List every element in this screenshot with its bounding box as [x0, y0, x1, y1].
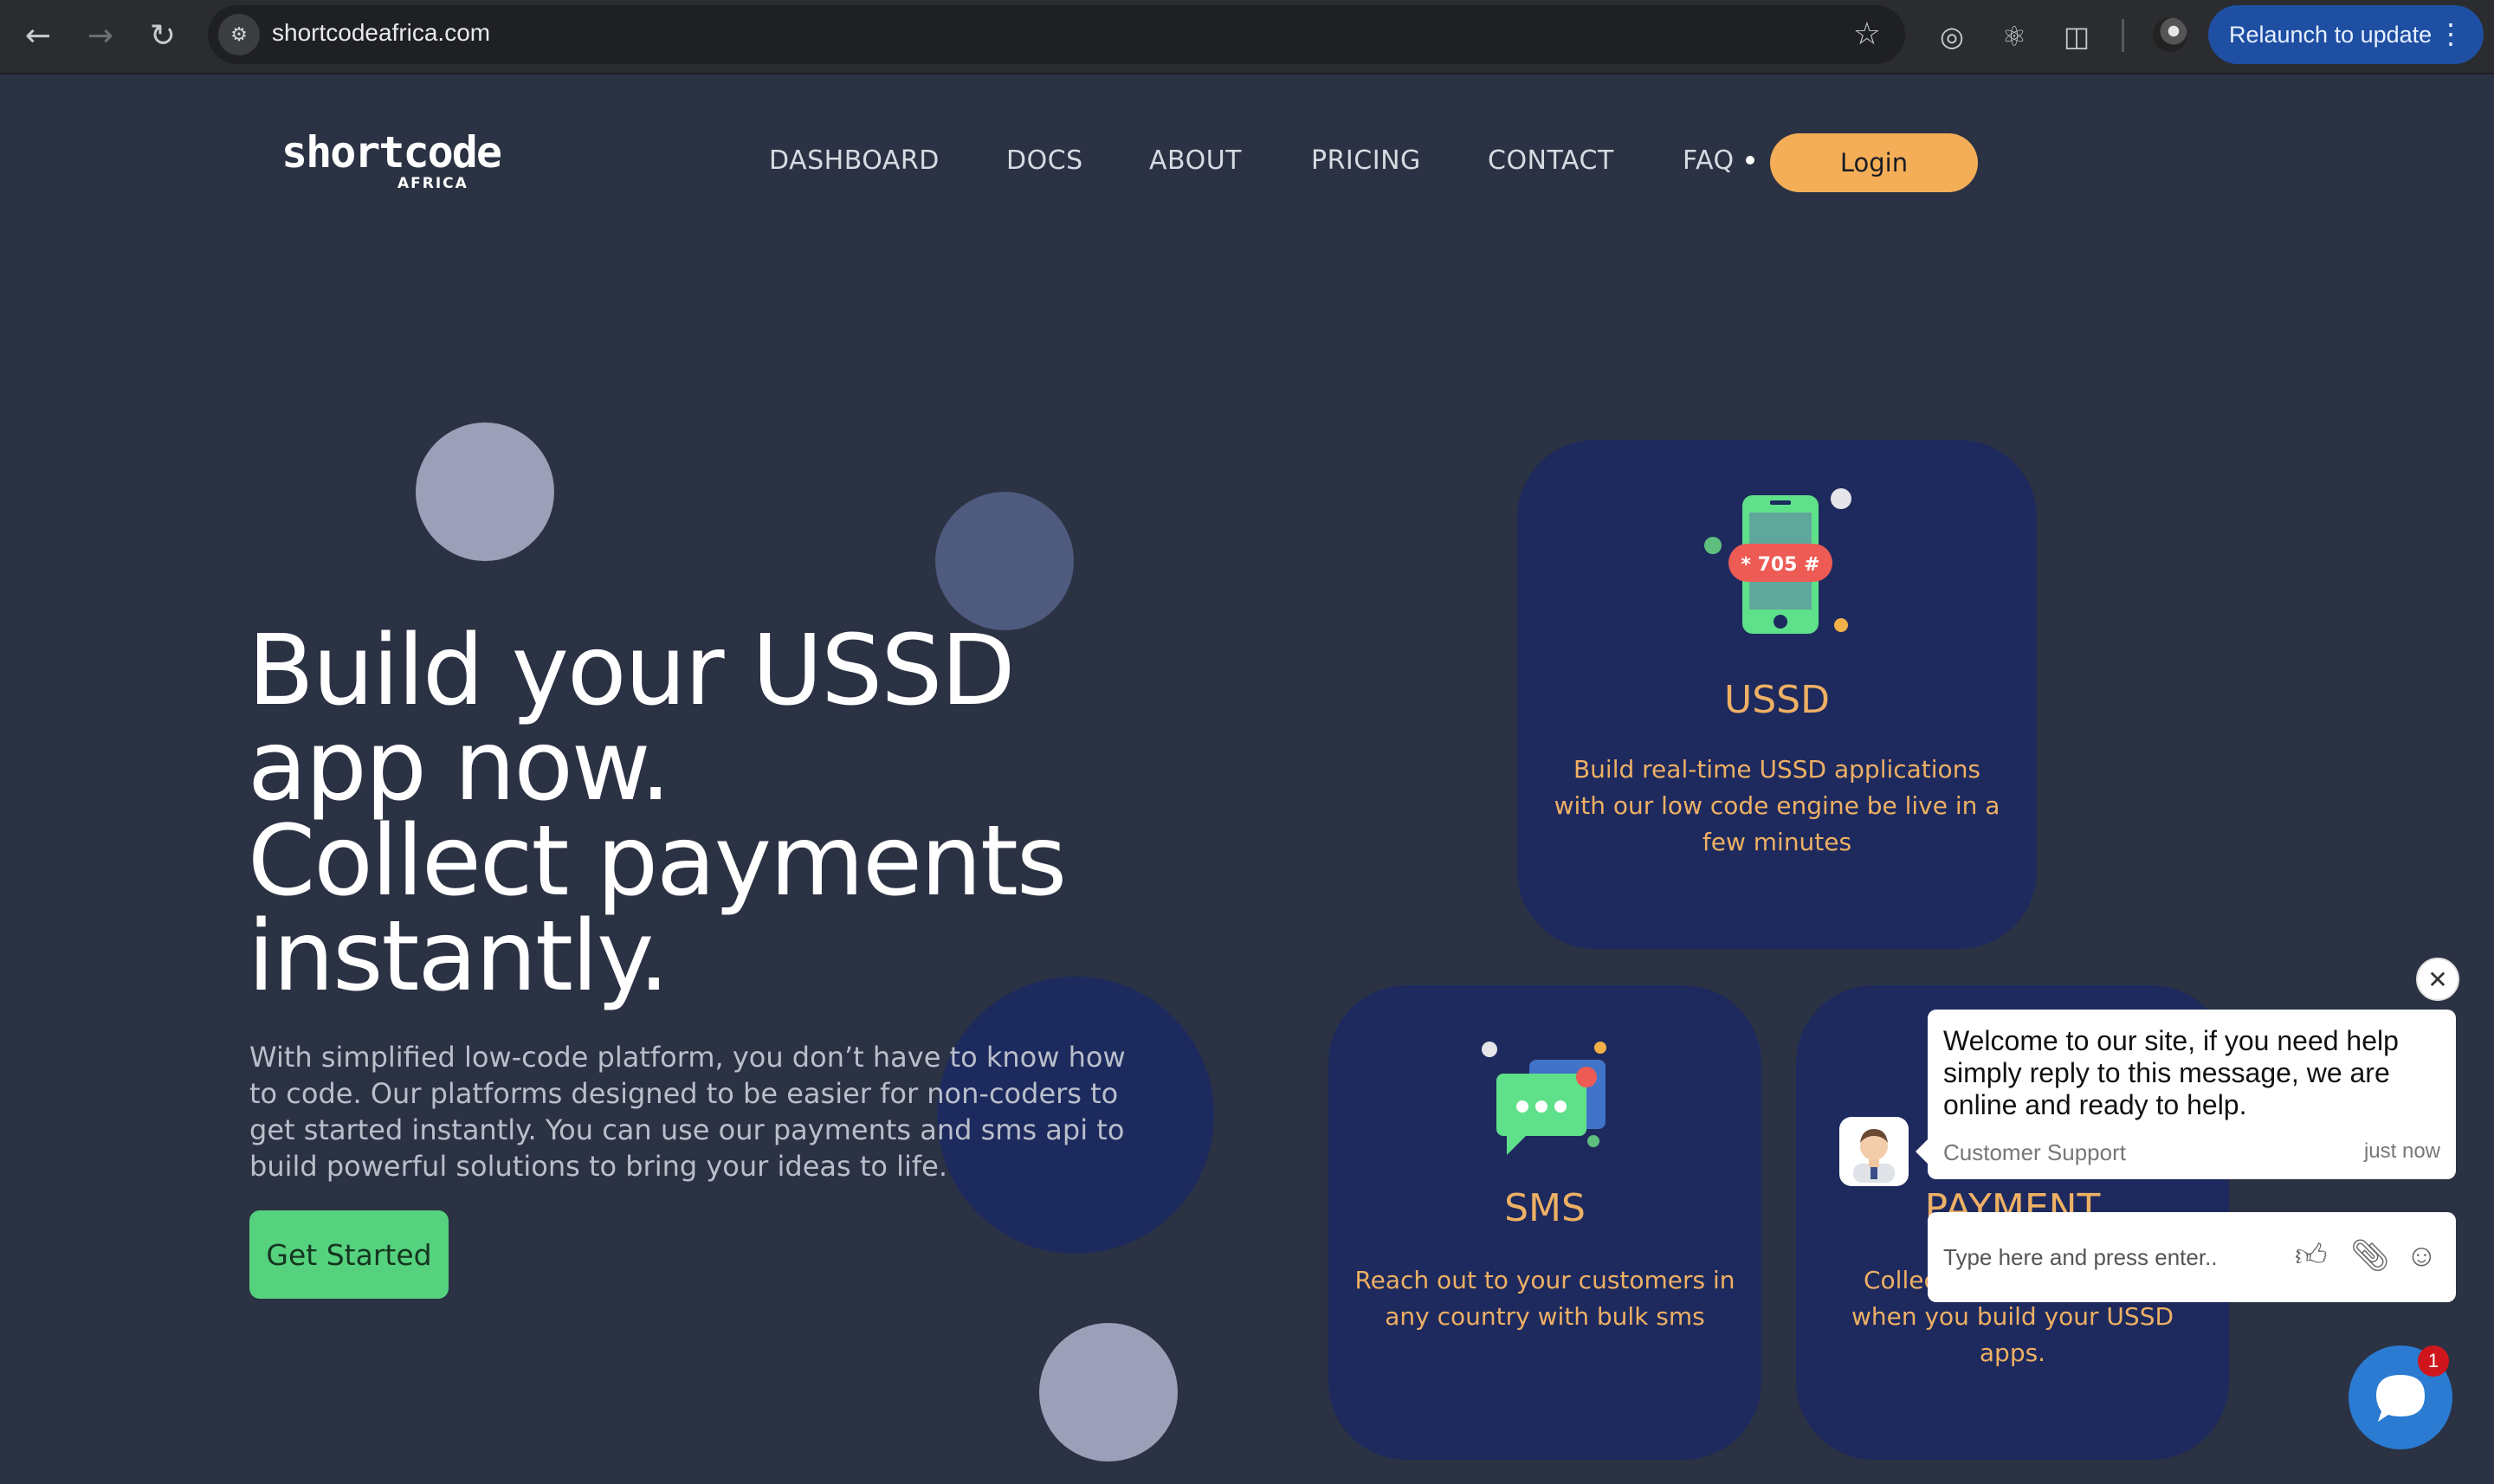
chat-sms-icon — [1482, 1042, 1606, 1155]
thumbs-up-icon[interactable]: 👍︎ — [2295, 1238, 2328, 1273]
url-text[interactable]: shortcodeafrica.com — [272, 19, 490, 47]
extensions-icon[interactable]: ◫ — [2058, 17, 2096, 55]
decor-circle — [935, 492, 1074, 630]
card-title: USSD — [1724, 678, 1830, 722]
browser-toolbar: ← → ↻ ⚙ shortcodeafrica.com ☆ ◎ ⚛ ◫ Rela… — [0, 0, 2494, 74]
toolbar-divider — [2122, 19, 2124, 52]
hero-title: Build your USSD app now. Collect payment… — [248, 615, 1114, 1013]
emoji-icon[interactable]: ☺ — [2406, 1238, 2438, 1273]
site-logo[interactable]: shortcode AFRICA — [281, 127, 502, 192]
card-description: Build real-time USSD applications with o… — [1554, 755, 2000, 856]
nav-faq[interactable]: FAQ — [1683, 145, 1735, 176]
chat-message-bubble: Welcome to our site, if you need help si… — [1916, 1010, 2456, 1179]
nav-pricing[interactable]: PRICING — [1311, 145, 1421, 176]
chat-message-text: Welcome to our site, if you need help si… — [1943, 1025, 2399, 1120]
chat-unread-badge: 1 — [2418, 1345, 2449, 1377]
site-info-icon[interactable]: ⚙ — [218, 14, 260, 55]
nav-docs[interactable]: DOCS — [1006, 145, 1083, 176]
agent-avatar — [1839, 1117, 1909, 1186]
agent-avatar-icon — [1853, 1129, 1895, 1183]
relaunch-label: Relaunch to update — [2229, 21, 2433, 48]
star-icon[interactable]: ☆ — [1853, 16, 1881, 54]
card-description: Reach out to your customers in any count… — [1354, 1266, 1735, 1331]
feature-card-ussd: * 705 # USSD Build real-time USSD applic… — [1517, 440, 2037, 949]
feature-card-sms: SMS Reach out to your customers in any c… — [1328, 985, 1761, 1460]
card-description-line: apps. — [1979, 1339, 2046, 1367]
logo-wordmark: shortcode — [281, 127, 502, 177]
hero-title-line: Build your USSD — [248, 615, 1016, 727]
target-icon[interactable]: ◎ — [1933, 17, 1971, 55]
logo-subtitle: AFRICA — [397, 175, 468, 192]
relaunch-button[interactable]: Relaunch to update ⋮ — [2208, 5, 2484, 64]
decor-circle — [1039, 1323, 1178, 1461]
back-icon[interactable]: ← — [17, 16, 59, 57]
hero-title-line: instantly. — [248, 900, 669, 1013]
chat-input[interactable] — [1942, 1236, 2274, 1278]
card-description-line: when you build your USSD — [1851, 1302, 2174, 1331]
get-started-button[interactable]: Get Started — [249, 1210, 449, 1299]
chat-sender-name: Customer Support — [1943, 1139, 2126, 1165]
card-title: SMS — [1504, 1186, 1586, 1230]
nav-dashboard[interactable]: DASHBOARD — [769, 145, 940, 176]
nav-contact[interactable]: CONTACT — [1488, 145, 1614, 176]
address-bar[interactable]: ⚙ shortcodeafrica.com ☆ — [208, 5, 1905, 64]
kebab-menu-icon[interactable]: ⋮ — [2437, 17, 2465, 50]
chat-timestamp: just now — [2363, 1139, 2440, 1163]
faq-indicator-dot — [1746, 156, 1754, 165]
decor-circle — [416, 423, 554, 561]
hero-title-line: Collect payments — [248, 805, 1067, 918]
hero-title-line: app now. — [248, 710, 671, 823]
ussd-badge-text: * 705 # — [1741, 554, 1820, 576]
profile-avatar[interactable] — [2153, 17, 2187, 52]
nav-about[interactable]: ABOUT — [1149, 145, 1242, 176]
chat-close-button[interactable]: ✕ — [2416, 958, 2459, 1001]
attachment-icon[interactable]: 📎︎ — [2350, 1238, 2390, 1273]
chat-composer: 👍︎ 📎︎ ☺ — [1928, 1212, 2456, 1302]
hero-description: With simplified low-code platform, you d… — [249, 1041, 1126, 1183]
login-button[interactable]: Login — [1770, 133, 1978, 192]
reload-icon[interactable]: ↻ — [142, 16, 184, 57]
forward-icon[interactable]: → — [80, 16, 121, 57]
react-icon[interactable]: ⚛ — [1995, 17, 2033, 55]
